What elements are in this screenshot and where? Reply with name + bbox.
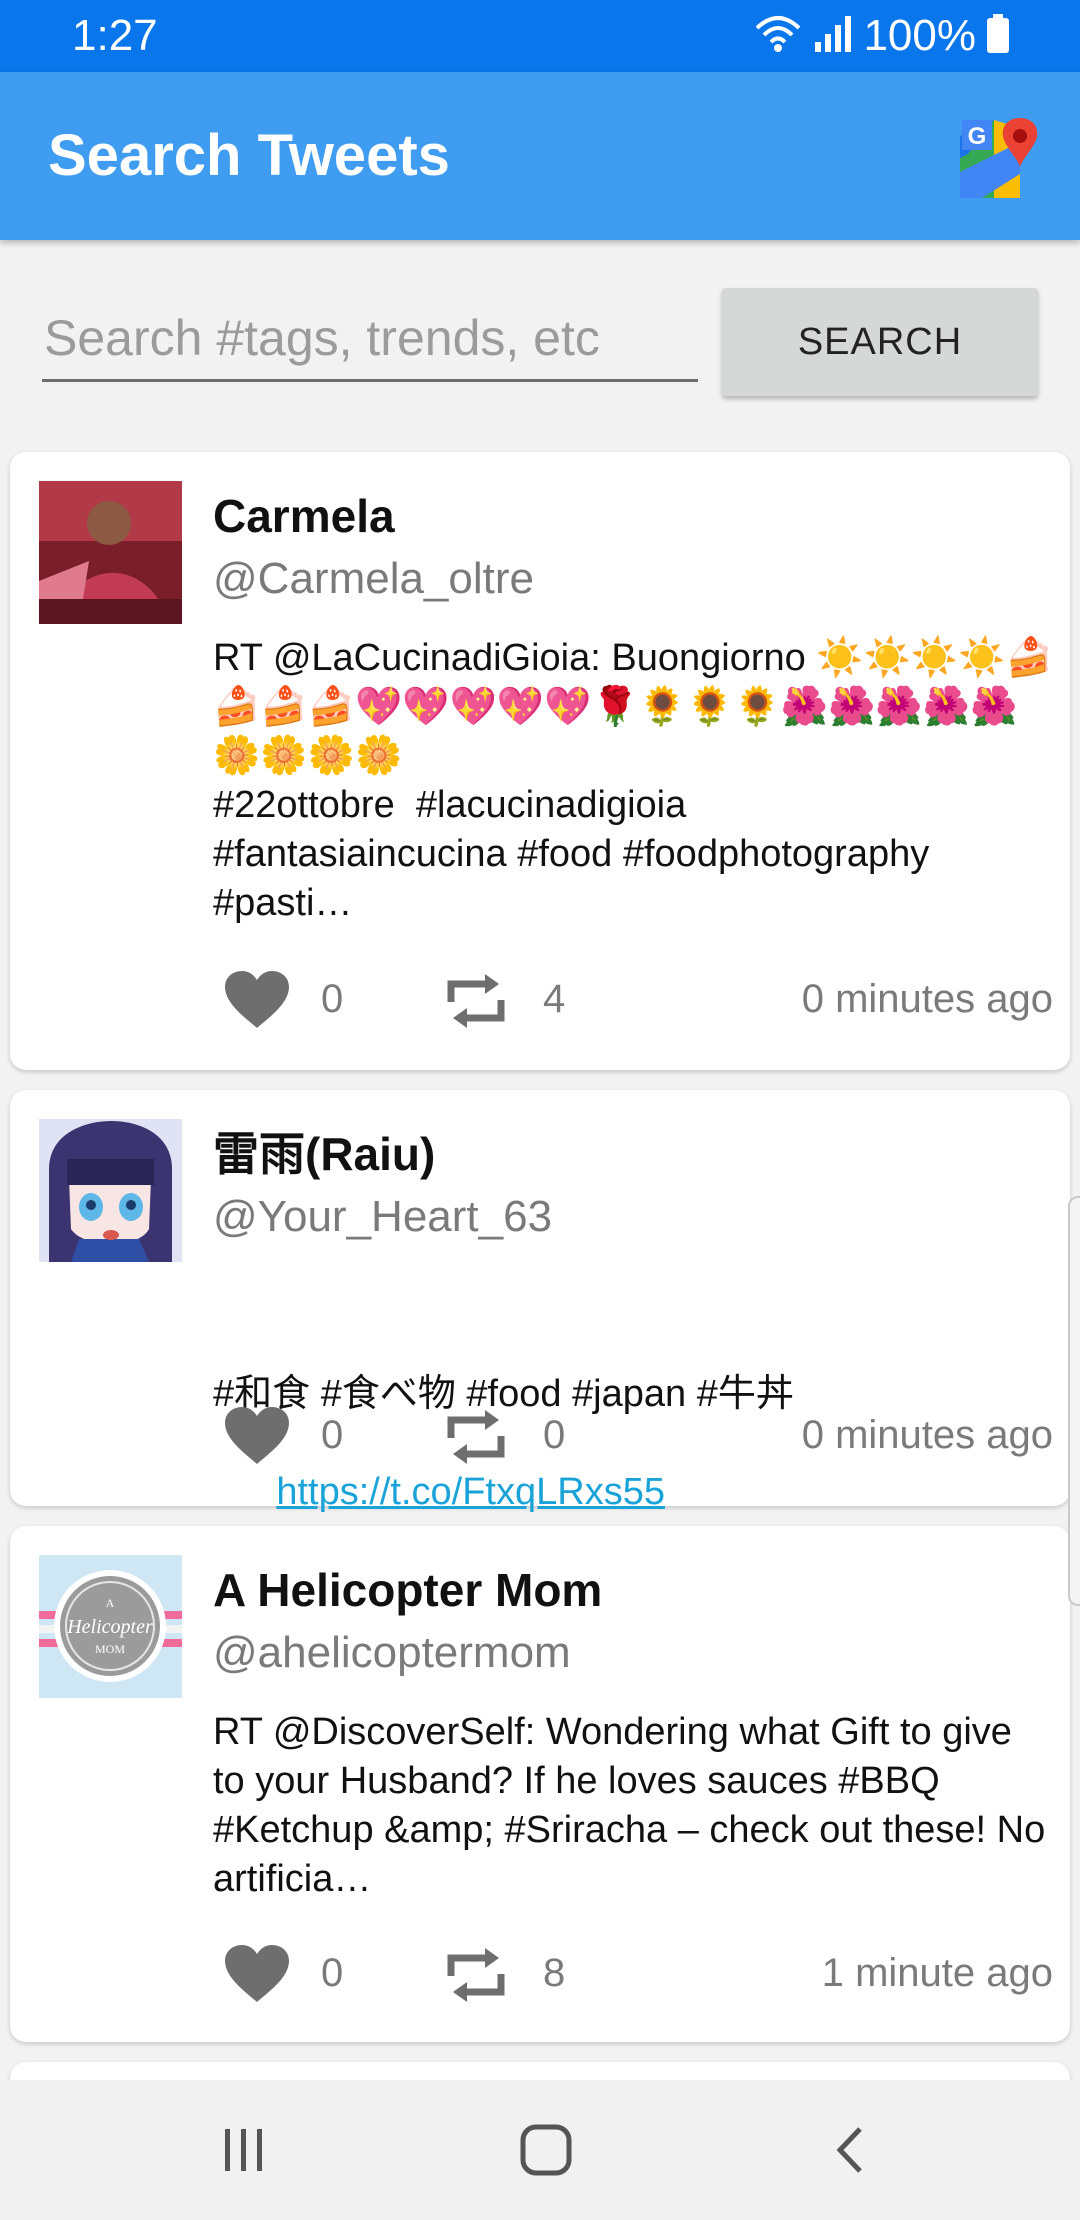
tweet-actions: 0 8 1 minute ago	[213, 1934, 1053, 2014]
tweet-timestamp: 1 minute ago	[821, 1951, 1053, 1995]
like-count: 0	[321, 977, 344, 1021]
retweet-count: 0	[543, 1413, 566, 1457]
tweet-timestamp: 0 minutes ago	[801, 1413, 1053, 1457]
avatar-logo-text-mom: MOM	[95, 1642, 125, 1656]
retweet-count: 4	[543, 977, 566, 1021]
tweet-text: RT @DiscoverSelf: Wondering what Gift to…	[213, 1711, 1056, 1900]
tweet-author-name: 雷雨(Raiu)	[213, 1128, 436, 1180]
home-icon[interactable]	[496, 2110, 596, 2190]
tweet-actions: 0 4 0 minutes ago	[213, 960, 1053, 1040]
navigation-bar	[0, 2080, 1080, 2220]
avatar[interactable]: A Helicopter MOM	[39, 1555, 182, 1698]
like-count: 0	[321, 1951, 344, 1995]
tweet-author-name: A Helicopter Mom	[213, 1564, 603, 1616]
retweet-icon[interactable]	[445, 972, 507, 1030]
avatar[interactable]	[39, 1119, 182, 1262]
tweet-author-name: Carmela	[213, 490, 395, 542]
tweet-author-handle: @ahelicoptermom	[213, 1628, 571, 1677]
scrollbar-handle[interactable]	[1068, 1196, 1080, 1606]
heart-icon[interactable]	[223, 970, 291, 1030]
tweet-link[interactable]: https://t.co/FtxqLRxs55	[276, 1471, 665, 1513]
tweet-author-handle: @Carmela_oltre	[213, 554, 534, 603]
tweet-actions: 0 0 0 minutes ago	[213, 1396, 1053, 1476]
tweet-card[interactable]: A Helicopter MOM A Helicopter Mom @aheli…	[10, 1526, 1070, 2042]
avatar[interactable]	[39, 481, 182, 624]
heart-icon[interactable]	[223, 1944, 291, 2004]
avatar-logo-text-helicopter: Helicopter	[66, 1616, 153, 1638]
avatar-logo-text-a: A	[106, 1596, 115, 1610]
tweet-author-handle: @Your_Heart_63	[213, 1192, 553, 1241]
tweet-list: Carmela @Carmela_oltre RT @LaCucinadiGio…	[0, 0, 1080, 2220]
tweet-card[interactable]: 雷雨(Raiu) @Your_Heart_63 #和食 #食べ物 #food #…	[10, 1090, 1070, 1513]
heart-icon[interactable]	[223, 1406, 291, 1466]
tweet-text: RT @LaCucinadiGioia: Buongiorno ☀️☀️☀️☀️…	[213, 637, 1053, 924]
recents-icon[interactable]	[194, 2110, 294, 2190]
retweet-icon[interactable]	[445, 1946, 507, 2004]
like-count: 0	[321, 1413, 344, 1457]
retweet-icon[interactable]	[445, 1408, 507, 1466]
tweet-card[interactable]: Carmela @Carmela_oltre RT @LaCucinadiGio…	[10, 452, 1070, 1070]
tweet-timestamp: 0 minutes ago	[801, 977, 1053, 1021]
retweet-count: 8	[543, 1951, 566, 1995]
back-icon[interactable]	[800, 2110, 900, 2190]
